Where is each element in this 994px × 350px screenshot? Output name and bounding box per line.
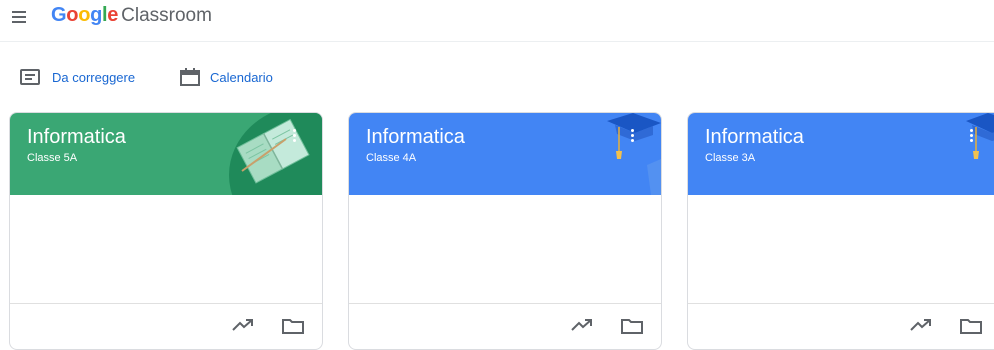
to-review-label: Da correggere: [52, 69, 136, 85]
to-review-link[interactable]: Da correggere: [20, 60, 135, 94]
folder-icon[interactable]: [621, 318, 643, 334]
trending-up-icon[interactable]: [571, 318, 593, 332]
trending-up-icon[interactable]: [232, 318, 254, 332]
top-app-bar: Google Classroom: [0, 0, 994, 42]
calendar-link[interactable]: Calendario: [180, 60, 273, 94]
more-vert-icon[interactable]: [963, 125, 979, 145]
class-card-footer: [688, 303, 994, 349]
class-card-footer: [349, 303, 661, 349]
folder-icon[interactable]: [960, 318, 982, 334]
class-card-header[interactable]: Informatica Classe 4A: [349, 113, 661, 195]
class-section: Classe 5A: [27, 152, 78, 164]
class-card[interactable]: Informatica Classe 3A: [687, 112, 994, 350]
logo-product-name: Classroom: [121, 5, 212, 26]
calendar-icon: [180, 68, 200, 86]
class-title[interactable]: Informatica: [366, 126, 465, 149]
google-classroom-logo[interactable]: Google Classroom: [51, 4, 212, 32]
logo-google-wordmark: Google: [51, 4, 119, 26]
class-card[interactable]: Informatica Classe 5A: [9, 112, 323, 350]
class-title[interactable]: Informatica: [705, 126, 804, 149]
more-vert-icon[interactable]: [286, 125, 302, 145]
trending-up-icon[interactable]: [910, 318, 932, 332]
hamburger-menu-icon[interactable]: [12, 11, 28, 25]
class-card-footer: [10, 303, 322, 349]
folder-icon[interactable]: [282, 318, 304, 334]
more-vert-icon[interactable]: [624, 125, 640, 145]
class-card-header[interactable]: Informatica Classe 5A: [10, 113, 322, 195]
class-card[interactable]: Informatica Classe 4A: [348, 112, 662, 350]
calendar-label: Calendario: [210, 69, 273, 85]
quick-links-bar: Da correggere Calendario: [0, 60, 994, 94]
assignment-review-icon: [20, 69, 40, 85]
class-title[interactable]: Informatica: [27, 126, 126, 149]
class-card-header[interactable]: Informatica Classe 3A: [688, 113, 994, 195]
class-section: Classe 3A: [705, 152, 756, 164]
open-book-illustration: [229, 113, 322, 195]
class-section: Classe 4A: [366, 152, 417, 164]
